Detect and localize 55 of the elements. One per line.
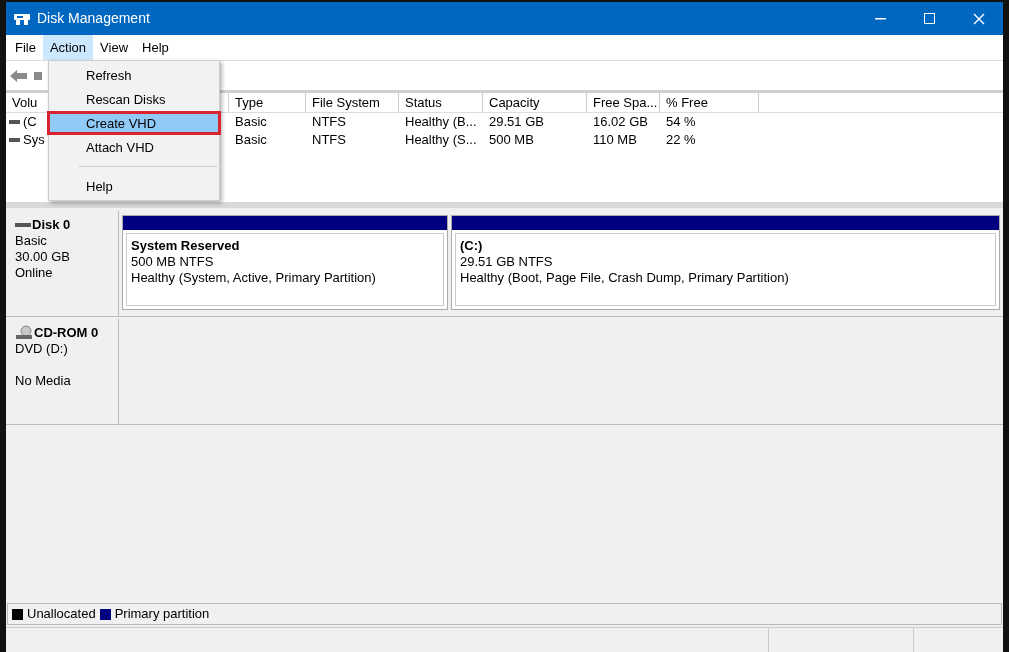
partition-name: (C:): [460, 238, 484, 254]
volume-icon: [9, 119, 20, 125]
table-cell-text: 110 MB: [593, 131, 637, 150]
menu-option[interactable]: Help: [47, 174, 221, 198]
menu-option[interactable]: Attach VHD: [47, 135, 221, 159]
table-cell-text: (C: [23, 113, 37, 132]
disk-info: Online: [15, 265, 54, 281]
menu-item[interactable]: View: [93, 35, 136, 60]
disk-info: Basic: [15, 233, 48, 249]
table-cell-text: Sys: [23, 131, 45, 150]
legend-label: Primary partition: [114, 605, 210, 624]
partition-size: 29.51 GB NTFS: [460, 254, 554, 270]
maximize-icon: [924, 13, 935, 24]
disk-info: No Media: [15, 373, 72, 389]
close-icon: [972, 12, 985, 25]
menu-item[interactable]: Action: [42, 35, 94, 60]
cd-drive-icon: [15, 325, 33, 341]
column-header[interactable]: % Free: [660, 93, 759, 112]
menu-item[interactable]: Help: [135, 35, 176, 60]
partition-name: System Reserved: [131, 238, 241, 254]
table-cell-text: Healthy (B...: [405, 113, 477, 132]
partition-status: Healthy (Boot, Page File, Crash Dump, Primary Partition): [460, 270, 790, 286]
column-header[interactable]: Type: [229, 93, 306, 112]
column-header[interactable]: Free Spa...: [587, 93, 660, 112]
disk-info: DVD (D:): [15, 341, 69, 357]
table-cell-text: Basic: [235, 131, 267, 150]
partition-block[interactable]: (C:) 29.51 GB NTFS Healthy (Boot, Page File, Crash Dump, Primary Partition): [451, 215, 1000, 310]
table-cell-text: 500 MB: [489, 131, 534, 150]
menu-item[interactable]: File: [8, 35, 43, 60]
table-cell-text: 54 %: [666, 113, 696, 132]
window-title: Disk Management: [37, 9, 150, 28]
disk-name: Disk 0: [32, 217, 71, 233]
partition-size: 500 MB NTFS: [131, 254, 215, 270]
table-cell-text: Healthy (S...: [405, 131, 477, 150]
back-arrow-icon[interactable]: [10, 69, 28, 82]
partition-block[interactable]: System Reserved 500 MB NTFS Healthy (System, Active, Primary Partition): [122, 215, 448, 310]
menu-option[interactable]: Refresh: [47, 63, 221, 87]
disk-info: 30.00 GB: [15, 249, 71, 265]
disk-name: CD-ROM 0: [34, 325, 99, 341]
volume-icon: [9, 137, 20, 143]
disk-management-icon: [14, 11, 30, 26]
minimize-icon: [875, 17, 886, 20]
table-cell-text: NTFS: [312, 131, 346, 150]
legend-label: Unallocated: [27, 605, 96, 624]
column-header[interactable]: File System: [306, 93, 399, 112]
column-header[interactable]: Capacity: [483, 93, 587, 112]
table-cell-text: 22 %: [666, 131, 696, 150]
menu-option[interactable]: Rescan Disks: [47, 87, 221, 111]
table-cell-text: 16.02 GB: [593, 113, 648, 132]
menu-option[interactable]: Create VHD: [47, 111, 221, 135]
table-cell-text: NTFS: [312, 113, 346, 132]
table-cell-text: 29.51 GB: [489, 113, 544, 132]
table-cell-text: Basic: [235, 113, 267, 132]
partition-status: Healthy (System, Active, Primary Partition): [131, 270, 377, 286]
column-header[interactable]: Status: [399, 93, 483, 112]
